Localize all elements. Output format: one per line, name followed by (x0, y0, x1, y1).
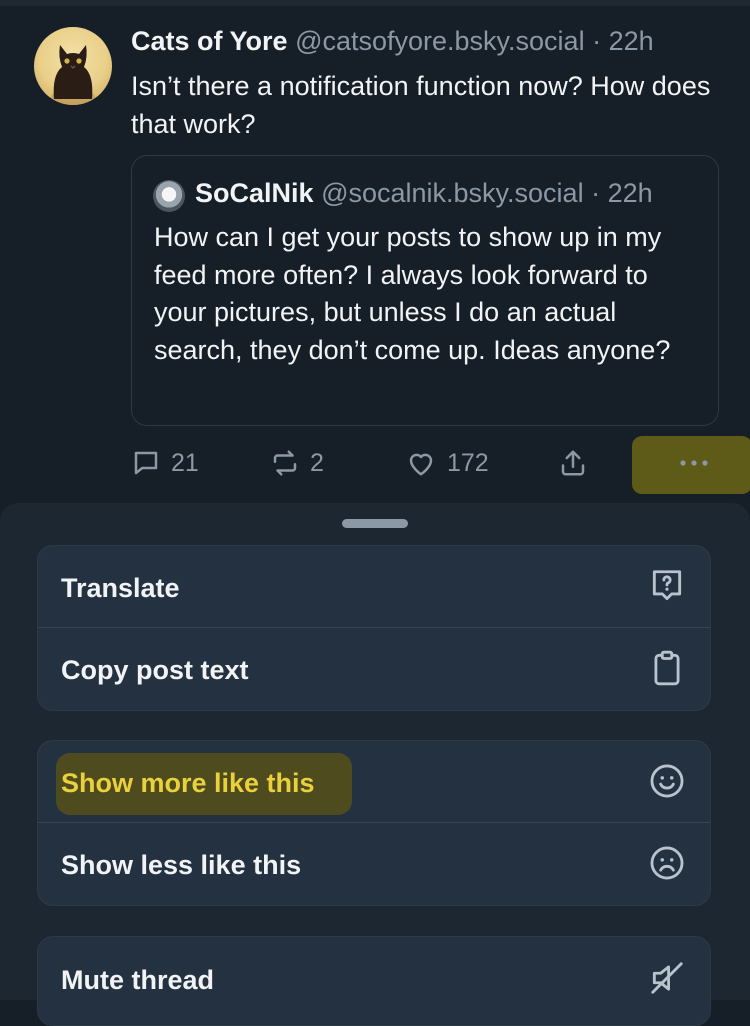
divider (0, 0, 750, 6)
quote-author-name: SoCalNik (195, 178, 314, 208)
menu-item-mute-thread[interactable]: Mute thread (38, 937, 710, 1019)
menu-item-copy-post-text[interactable]: Copy post text (38, 628, 710, 710)
menu-item-show-less[interactable]: Show less like this (38, 823, 710, 905)
clipboard-icon (654, 650, 680, 686)
menu-item-label: Show less like this (61, 850, 302, 880)
more-options-icon[interactable] (676, 455, 712, 471)
quote-author-avatar (153, 180, 185, 212)
post-text: Isn’t there a notification function now?… (131, 71, 711, 139)
post[interactable]: Cats of Yore @catsofyore.bsky.social · 2… (0, 0, 750, 505)
repost-button[interactable]: 2 (270, 448, 324, 478)
like-count: 172 (447, 448, 489, 477)
sheet-drag-handle[interactable] (342, 519, 408, 528)
quote-header: SoCalNik @socalnik.bsky.social · 22h (195, 178, 653, 209)
frown-icon (650, 846, 684, 880)
menu-item-translate[interactable]: Translate (38, 546, 710, 628)
menu-item-label: Translate (61, 573, 180, 603)
translate-icon (652, 570, 682, 601)
quote-text: How can I get your posts to show up in m… (154, 222, 671, 365)
menu-group-1: Translate Copy post text (37, 545, 711, 711)
reply-count: 21 (171, 448, 199, 477)
menu-item-label: Show more like this (61, 768, 315, 798)
post-header: Cats of Yore @catsofyore.bsky.social · 2… (131, 26, 654, 57)
menu-item-label: Mute thread (61, 965, 215, 995)
cat-avatar-image (51, 45, 95, 105)
menu-item-show-more[interactable]: Show more like this (38, 741, 710, 823)
quoted-post[interactable]: SoCalNik @socalnik.bsky.social · 22h How… (131, 155, 719, 426)
menu-group-2: Show more like this Show less like this (37, 740, 711, 906)
share-icon (561, 450, 585, 476)
author-avatar[interactable] (34, 27, 112, 105)
author-handle[interactable]: @catsofyore.bsky.social (295, 26, 585, 56)
reply-icon (134, 451, 158, 475)
menu-item-label: Copy post text (61, 655, 249, 685)
repost-icon (273, 450, 297, 476)
mute-icon (651, 962, 683, 994)
reply-button[interactable]: 21 (131, 448, 199, 478)
post-options-sheet: Translate Copy post text Show more like … (0, 503, 750, 1026)
post-time: · 22h (592, 26, 654, 56)
repost-count: 2 (310, 448, 324, 477)
quote-time: · 22h (591, 178, 653, 208)
heart-icon (409, 453, 433, 476)
smile-icon (650, 764, 684, 798)
menu-group-3: Mute thread (37, 936, 711, 1026)
share-button[interactable] (558, 448, 588, 478)
author-name[interactable]: Cats of Yore (131, 26, 288, 56)
quote-author-handle: @socalnik.bsky.social (321, 178, 584, 208)
like-button[interactable]: 172 (405, 448, 489, 478)
